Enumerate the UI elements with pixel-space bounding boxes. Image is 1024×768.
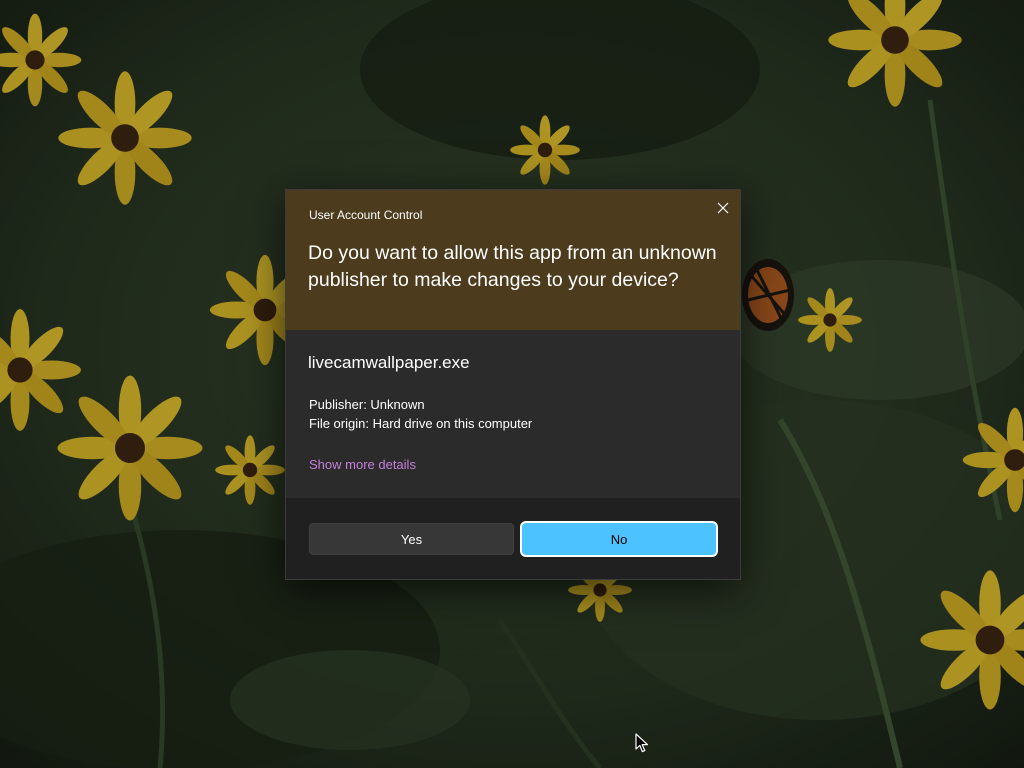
dialog-title: User Account Control bbox=[309, 208, 423, 222]
uac-footer: Yes No bbox=[286, 498, 740, 579]
show-more-details-link[interactable]: Show more details bbox=[309, 457, 416, 472]
desktop: User Account Control Do you want to allo… bbox=[0, 0, 1024, 768]
app-name: livecamwallpaper.exe bbox=[308, 353, 470, 372]
yes-button[interactable]: Yes bbox=[309, 523, 514, 555]
uac-question: Do you want to allow this app from an un… bbox=[308, 242, 717, 291]
publisher-info: Publisher: Unknown bbox=[309, 397, 425, 412]
no-button[interactable]: No bbox=[520, 521, 718, 557]
close-icon bbox=[717, 202, 729, 214]
uac-body: livecamwallpaper.exe Publisher: Unknown … bbox=[286, 330, 740, 498]
close-button[interactable] bbox=[710, 197, 736, 219]
uac-dialog: User Account Control Do you want to allo… bbox=[285, 189, 741, 580]
mouse-pointer-icon bbox=[635, 733, 648, 753]
file-origin-info: File origin: Hard drive on this computer bbox=[309, 416, 533, 431]
uac-header: User Account Control Do you want to allo… bbox=[286, 190, 740, 330]
